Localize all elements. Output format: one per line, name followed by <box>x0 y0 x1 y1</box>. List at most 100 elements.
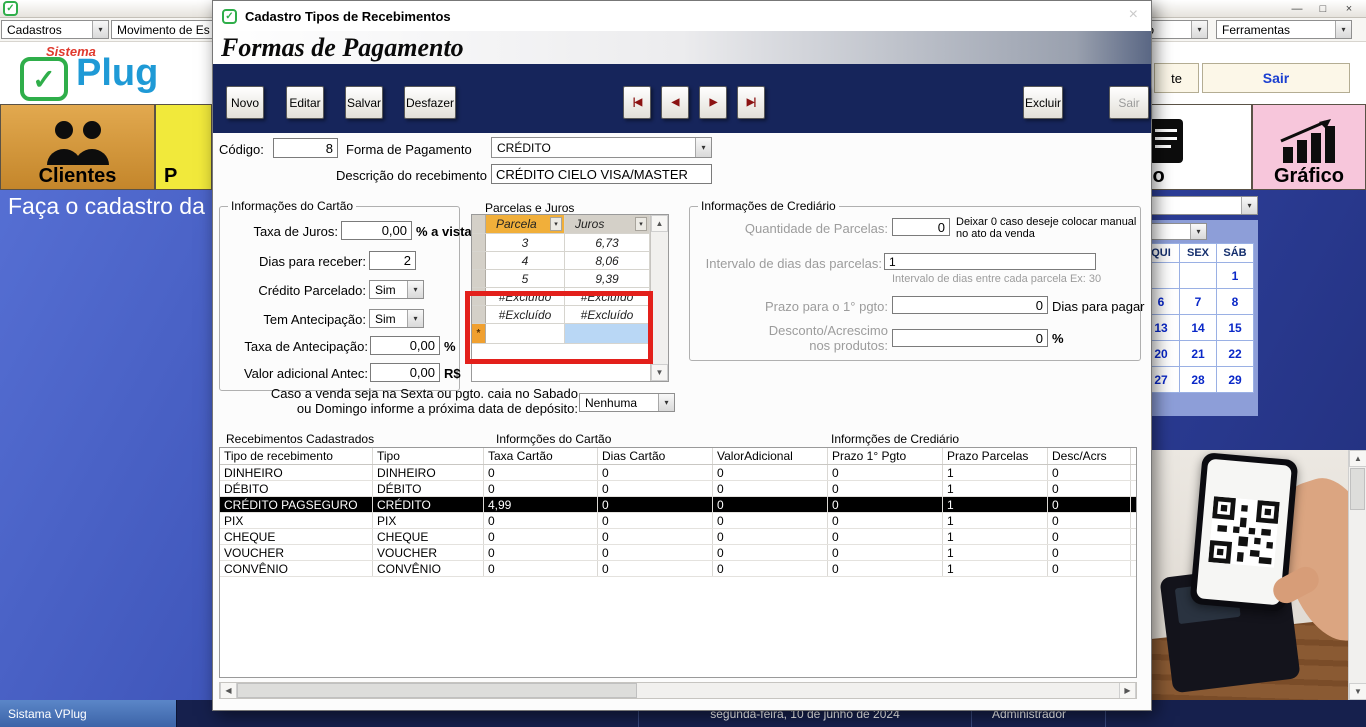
parcela-column-header[interactable]: Parcela ▾ <box>486 215 565 233</box>
relatorio-button-partial[interactable]: io <box>1140 104 1252 190</box>
maximize-button[interactable]: □ <box>1310 3 1336 15</box>
menu-ferramentas[interactable]: Ferramentas ▾ <box>1216 20 1352 39</box>
grid-row[interactable]: 48,06 <box>472 252 668 270</box>
dias-receber-field[interactable]: 2 <box>369 251 416 270</box>
calendar-day[interactable]: 22 <box>1216 340 1254 367</box>
sair-button-main[interactable]: Sair <box>1202 63 1350 93</box>
nav-first-button[interactable]: |◀ <box>623 86 651 119</box>
calendar-day[interactable]: 28 <box>1179 366 1217 393</box>
excluir-button[interactable]: Excluir <box>1023 86 1063 119</box>
column-header[interactable]: Tipo <box>373 448 484 464</box>
taxa-antecipacao-field[interactable]: 0,00 <box>370 336 440 355</box>
dialog-close-icon[interactable]: × <box>1129 6 1138 24</box>
parcela-cell[interactable]: #Excluído <box>486 306 565 323</box>
table-cell: 1 <box>943 513 1048 528</box>
column-header[interactable]: Prazo 1° Pgto <box>828 448 943 464</box>
deposito-select[interactable]: Nenhuma ▾ <box>579 393 675 412</box>
prazo-pgto-field[interactable]: 0 <box>892 296 1048 314</box>
table-row[interactable]: VOUCHERVOUCHER000010 <box>220 545 1136 561</box>
juros-cell[interactable]: #Excluído <box>565 288 650 305</box>
column-header[interactable]: Tipo de recebimento <box>220 448 373 464</box>
row-marker <box>472 306 486 323</box>
produtos-button-partial[interactable]: P <box>155 104 212 190</box>
calendar-day[interactable]: 8 <box>1216 288 1254 315</box>
parcela-cell[interactable]: 3 <box>486 234 565 251</box>
column-header[interactable]: Prazo Parcelas <box>943 448 1048 464</box>
descricao-field[interactable]: CRÉDITO CIELO VISA/MASTER <box>491 164 712 184</box>
scroll-up-icon[interactable]: ▲ <box>651 215 668 232</box>
scrollbar-thumb[interactable] <box>237 683 637 698</box>
table-cell: PIX <box>373 513 484 528</box>
filter-dropdown-icon[interactable]: ▾ <box>635 217 647 231</box>
parcela-cell[interactable]: 4 <box>486 252 565 269</box>
close-button[interactable]: × <box>1336 3 1362 15</box>
juros-cell[interactable]: 6,73 <box>565 234 650 251</box>
period-select[interactable]: ▾ <box>1140 196 1258 215</box>
grid-row[interactable]: #Excluído#Excluído <box>472 306 668 324</box>
calendar-month-select[interactable]: ▾ <box>1143 223 1207 240</box>
table-cell: 0 <box>598 513 713 528</box>
novo-button[interactable]: Novo <box>226 86 264 119</box>
deposito-value: Nenhuma <box>585 396 637 410</box>
credito-parcelado-select[interactable]: Sim ▾ <box>369 280 424 299</box>
grid-row[interactable]: 36,73 <box>472 234 668 252</box>
menu-cadastros[interactable]: Cadastros ▾ <box>1 20 109 39</box>
nav-prev-button[interactable]: ◀ <box>661 86 689 119</box>
minimize-button[interactable]: — <box>1284 3 1310 15</box>
table-row[interactable]: DÉBITODÉBITO000010 <box>220 481 1136 497</box>
parcela-cell[interactable] <box>486 324 565 343</box>
sair-button-dialog[interactable]: Sair <box>1109 86 1149 119</box>
editar-button[interactable]: Editar <box>286 86 324 119</box>
intervalo-field[interactable]: 1 <box>884 253 1096 270</box>
grid-row[interactable]: #Excluído#Excluído <box>472 288 668 306</box>
cliente-button-partial[interactable]: te <box>1154 63 1199 93</box>
scroll-down-icon[interactable]: ▼ <box>651 364 668 381</box>
salvar-button[interactable]: Salvar <box>345 86 383 119</box>
calendar-day[interactable]: 15 <box>1216 314 1254 341</box>
forma-pagamento-select[interactable]: CRÉDITO ▾ <box>491 137 712 158</box>
juros-cell-active[interactable] <box>565 324 650 343</box>
calendar-day[interactable]: 21 <box>1179 340 1217 367</box>
codigo-field[interactable]: 8 <box>273 138 338 158</box>
table-row[interactable]: DINHEIRODINHEIRO000010 <box>220 465 1136 481</box>
nav-next-button[interactable]: ▶ <box>699 86 727 119</box>
parcela-cell[interactable]: #Excluído <box>486 288 565 305</box>
qtd-parcelas-field[interactable]: 0 <box>892 218 950 236</box>
scroll-right-icon[interactable]: ▶ <box>1119 683 1136 698</box>
scroll-left-icon[interactable]: ◀ <box>220 683 237 698</box>
filter-dropdown-icon[interactable]: ▾ <box>550 217 562 231</box>
calendar-day[interactable]: 7 <box>1179 288 1217 315</box>
calendar-day[interactable]: 1 <box>1216 262 1254 289</box>
table-row[interactable]: PIXPIX000010 <box>220 513 1136 529</box>
valor-adicional-field[interactable]: 0,00 <box>370 363 440 382</box>
column-header[interactable]: Desc/Acrs <box>1048 448 1131 464</box>
calendar-day[interactable]: 29 <box>1216 366 1254 393</box>
tem-antecipacao-select[interactable]: Sim ▾ <box>369 309 424 328</box>
juros-cell[interactable]: #Excluído <box>565 306 650 323</box>
scrollbar-thumb[interactable] <box>1350 468 1365 510</box>
table-row[interactable]: CONVÊNIOCONVÊNIO000010 <box>220 561 1136 577</box>
scroll-down-icon[interactable]: ▼ <box>1349 683 1366 700</box>
juros-column-header[interactable]: Juros ▾ <box>565 215 650 233</box>
column-header[interactable]: Dias Cartão <box>598 448 713 464</box>
table-row[interactable]: CRÉDITO PAGSEGUROCRÉDITO4,9900010 <box>220 497 1136 513</box>
juros-cell[interactable]: 9,39 <box>565 270 650 287</box>
grid-vertical-scrollbar[interactable]: ▲ ▼ <box>650 215 668 381</box>
main-vertical-scrollbar[interactable]: ▲ ▼ <box>1348 450 1366 700</box>
parcela-cell[interactable]: 5 <box>486 270 565 287</box>
scroll-up-icon[interactable]: ▲ <box>1349 450 1366 467</box>
grid-row[interactable]: 59,39 <box>472 270 668 288</box>
column-header[interactable]: Taxa Cartão <box>484 448 598 464</box>
clientes-button[interactable]: Clientes <box>0 104 155 190</box>
grafico-button[interactable]: Gráfico <box>1252 104 1366 190</box>
taxa-juros-field[interactable]: 0,00 <box>341 221 412 240</box>
nav-last-button[interactable]: ▶| <box>737 86 765 119</box>
desconto-field[interactable]: 0 <box>892 329 1048 347</box>
juros-cell[interactable]: 8,06 <box>565 252 650 269</box>
table-horizontal-scrollbar[interactable]: ◀ ▶ <box>219 682 1137 699</box>
calendar-day[interactable]: 14 <box>1179 314 1217 341</box>
grid-new-row[interactable]: * <box>472 324 668 344</box>
table-row[interactable]: CHEQUECHEQUE000010 <box>220 529 1136 545</box>
column-header[interactable]: ValorAdicional <box>713 448 828 464</box>
desfazer-button[interactable]: Desfazer <box>404 86 456 119</box>
